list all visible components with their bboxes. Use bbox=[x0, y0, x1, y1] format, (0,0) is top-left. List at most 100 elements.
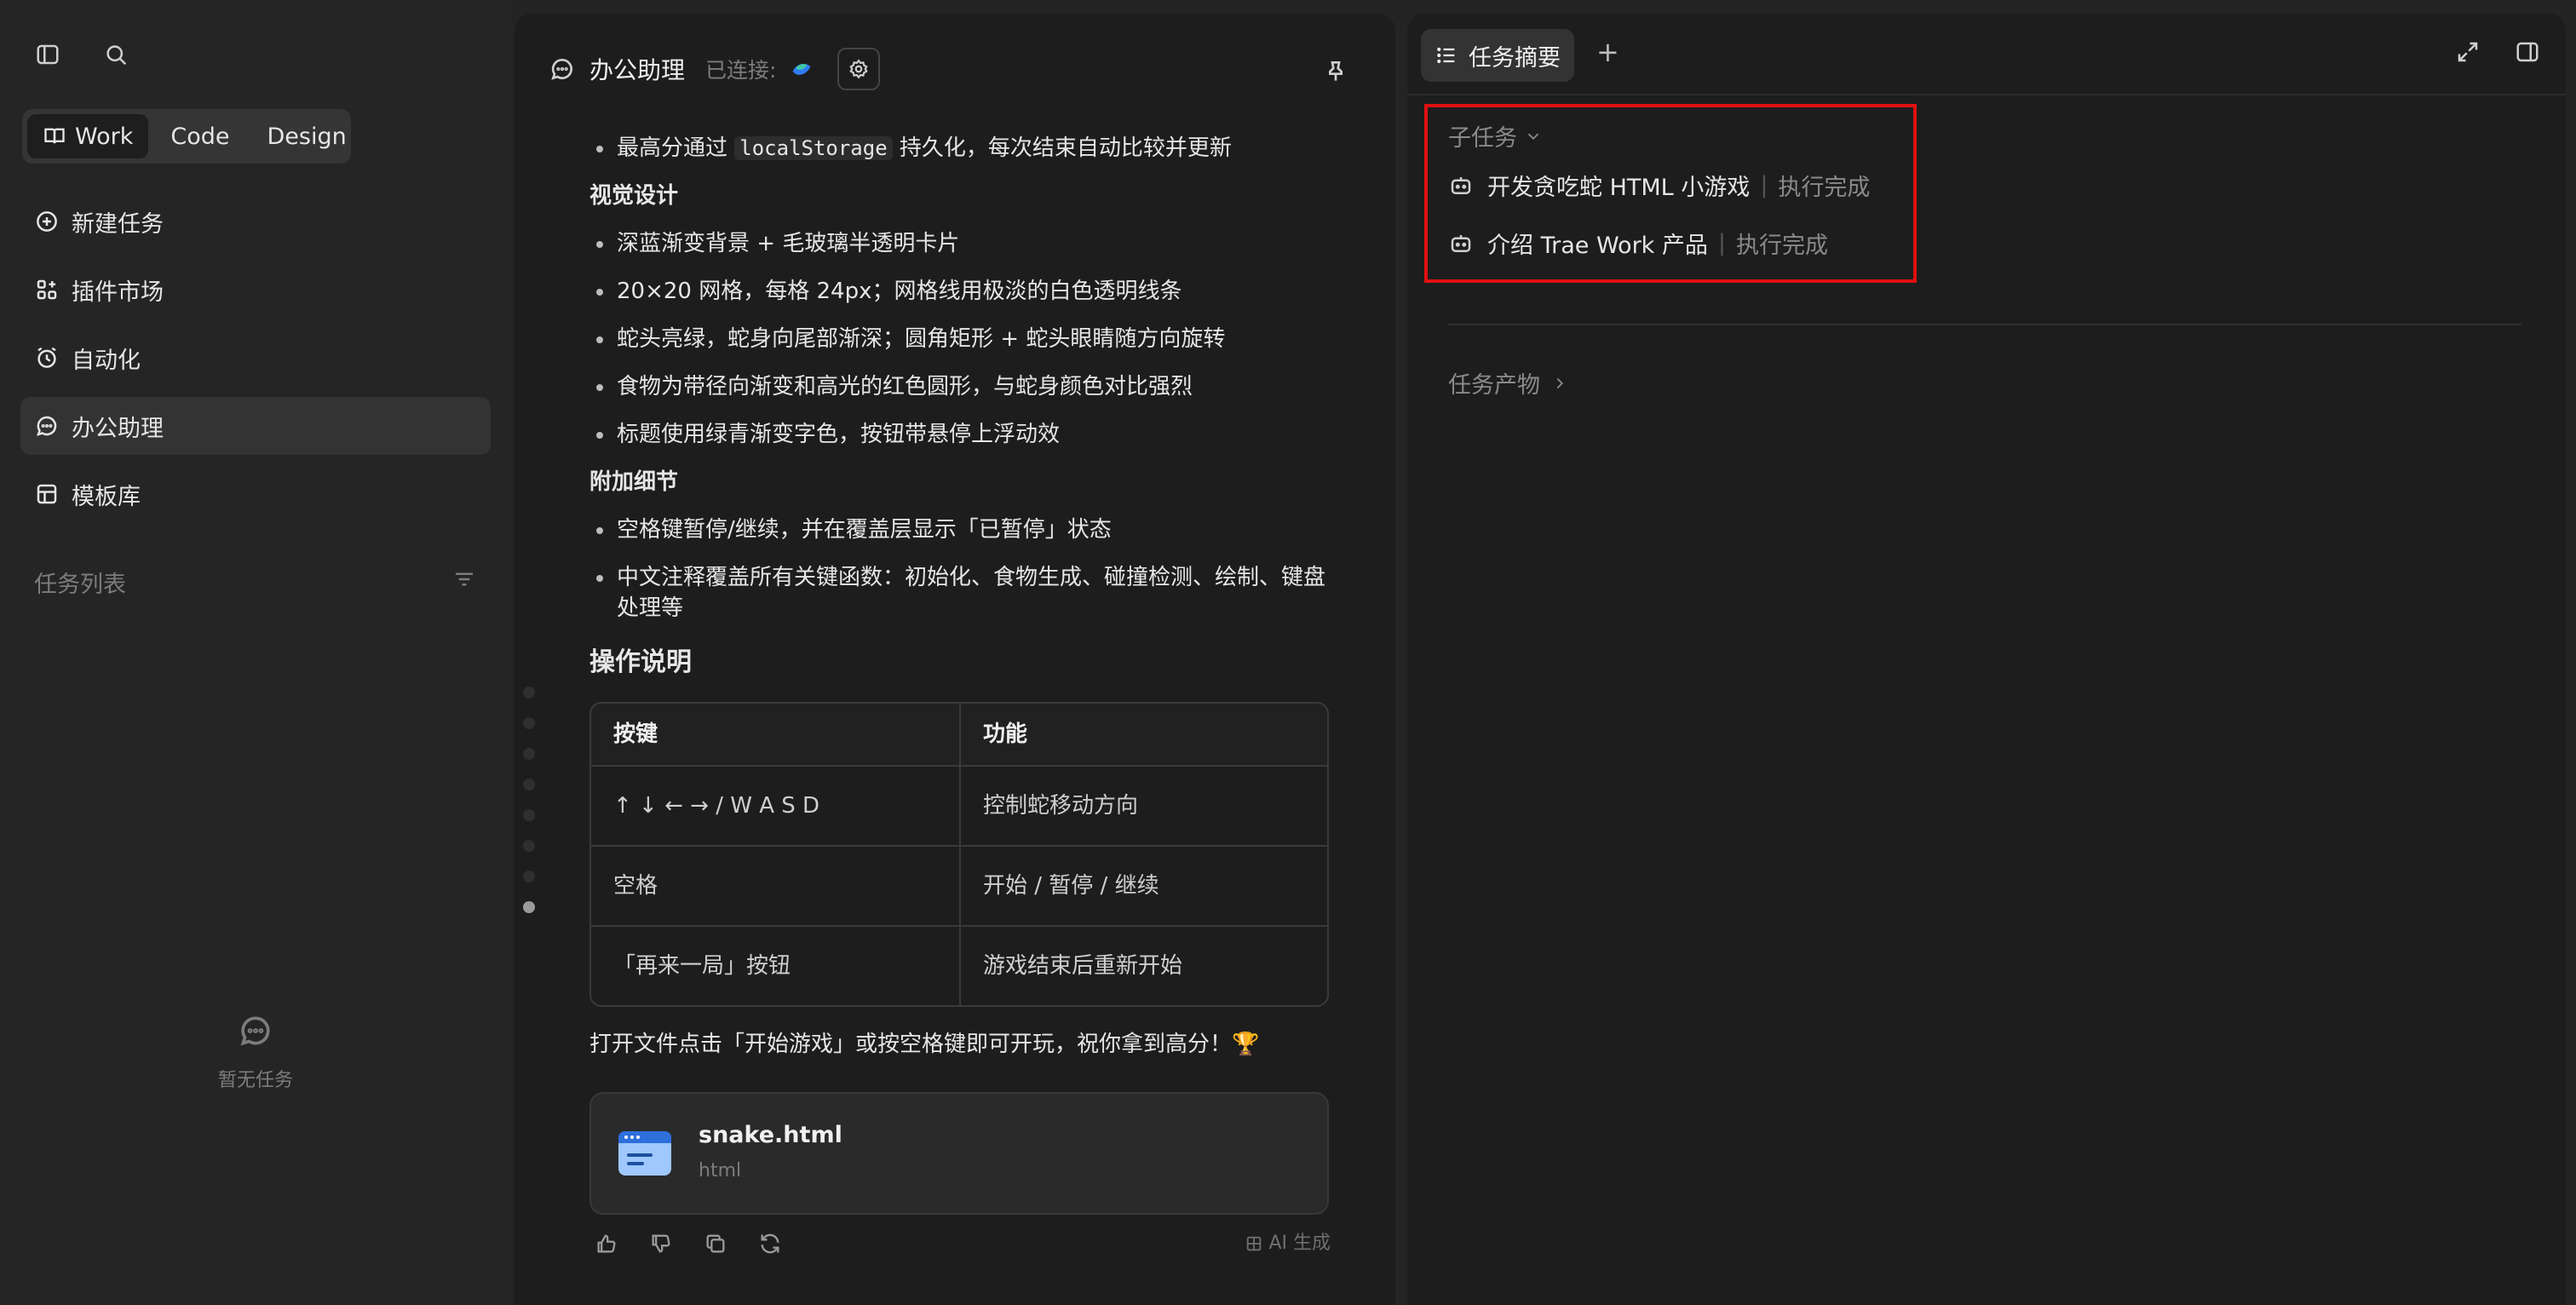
chevron-right-icon bbox=[1556, 377, 1564, 388]
thumbs-down-icon[interactable] bbox=[644, 1227, 678, 1261]
html-file-icon bbox=[618, 1131, 671, 1176]
message-actions: AI 生成 bbox=[589, 1227, 1331, 1261]
ai-generated-badge: AI 生成 bbox=[1245, 1228, 1331, 1259]
filter-icon[interactable] bbox=[451, 566, 477, 598]
sidebar-item-label: 办公助理 bbox=[72, 415, 164, 442]
file-meta: snake.html html bbox=[699, 1120, 842, 1187]
pin-icon[interactable] bbox=[1319, 55, 1353, 89]
sidebar-nav: 新建任务 插件市场 自动化 办公助理 模板库 bbox=[20, 193, 491, 533]
thumbs-up-icon[interactable] bbox=[589, 1227, 624, 1261]
grid-plus-icon bbox=[37, 279, 57, 300]
connected-label: 已连接: bbox=[705, 58, 777, 83]
ai-grid-icon bbox=[1247, 1236, 1262, 1251]
chat-panel: 办公助理 已连接: 最高分通过 localStorage 持久化，每次结束自动比… bbox=[515, 14, 1395, 1305]
template-icon bbox=[37, 484, 57, 504]
nav-dot[interactable] bbox=[523, 840, 535, 852]
robot-icon bbox=[1451, 234, 1471, 252]
connected-app-logo-icon[interactable] bbox=[788, 55, 815, 83]
subtasks-header[interactable]: 子任务 bbox=[1448, 119, 1543, 152]
separator: | bbox=[1717, 230, 1727, 256]
app-root: Work Code Design 新建任务 插件市场 自动化 办公助理 模板库 … bbox=[0, 0, 2576, 1305]
nav-dot[interactable] bbox=[523, 717, 535, 729]
regenerate-icon[interactable] bbox=[753, 1227, 787, 1261]
sidebar-item-label: 插件市场 bbox=[72, 279, 164, 306]
list-item: 空格键暂停/继续，并在覆盖层显示「已暂停」状态 bbox=[589, 515, 1331, 545]
file-type: html bbox=[699, 1160, 742, 1181]
sidebar-item-plugin-market[interactable]: 插件市场 bbox=[20, 261, 491, 319]
message-content: 最高分通过 localStorage 持久化，每次结束自动比较并更新 视觉设计 … bbox=[589, 133, 1331, 1261]
sidebar-top-icons bbox=[31, 37, 133, 72]
sidebar-item-label: 新建任务 bbox=[72, 210, 164, 238]
right-topbar: 任务摘要 + bbox=[1407, 14, 2566, 95]
sidebar-item-office-assistant[interactable]: 办公助理 bbox=[20, 397, 491, 455]
table-cell: 空格 bbox=[613, 873, 658, 899]
table-cell: 「再来一局」按钮 bbox=[613, 953, 791, 979]
search-icon[interactable] bbox=[99, 37, 133, 72]
nav-dot-active[interactable] bbox=[523, 901, 535, 913]
subtask-item[interactable]: 介绍 Trae Work 产品 | 执行完成 bbox=[1448, 227, 1828, 260]
section-title: 附加细节 bbox=[589, 469, 679, 495]
table-cell: 开始 / 暂停 / 继续 bbox=[959, 847, 1327, 925]
empty-state-text: 暂无任务 bbox=[217, 1070, 293, 1091]
subtask-name: 介绍 Trae Work 产品 bbox=[1487, 233, 1708, 259]
mode-switch: Work Code Design bbox=[22, 109, 351, 164]
nav-dot[interactable] bbox=[523, 871, 535, 882]
table-row: 空格 开始 / 暂停 / 继续 bbox=[591, 845, 1327, 925]
list-item: 标题使用绿青渐变字色，按钮带悬停上浮动效 bbox=[589, 419, 1331, 450]
nav-dot[interactable] bbox=[523, 748, 535, 760]
subtask-status: 执行完成 bbox=[1778, 175, 1871, 201]
chat-bubble-icon bbox=[240, 1016, 270, 1046]
mode-work-label: Work bbox=[75, 123, 134, 150]
chat-bubble-icon bbox=[551, 58, 572, 80]
sidebar-item-label: 自动化 bbox=[72, 347, 141, 374]
settings-button[interactable] bbox=[837, 48, 881, 90]
table-row: ↑ ↓ ← → / W A S D 控制蛇移动方向 bbox=[591, 765, 1327, 845]
sidebar-item-template-library[interactable]: 模板库 bbox=[20, 465, 491, 523]
list-item: 食物为带径向渐变和高光的红色圆形，与蛇身颜色对比强烈 bbox=[589, 371, 1331, 402]
artifacts-title: 任务产物 bbox=[1448, 372, 1540, 399]
file-attachment-card[interactable]: snake.html html bbox=[589, 1092, 1329, 1215]
clock-icon bbox=[37, 347, 56, 368]
table-header-row: 按键 功能 bbox=[591, 704, 1327, 765]
nav-dot[interactable] bbox=[523, 779, 535, 790]
subtask-status: 执行完成 bbox=[1736, 233, 1829, 259]
list-item: 最高分通过 localStorage 持久化，每次结束自动比较并更新 bbox=[589, 133, 1331, 164]
mode-code-label: Code bbox=[170, 123, 230, 150]
task-list-header: 任务列表 bbox=[34, 566, 477, 599]
sidebar-toggle-icon[interactable] bbox=[31, 37, 65, 72]
sidebar: Work Code Design 新建任务 插件市场 自动化 办公助理 模板库 … bbox=[0, 0, 511, 1305]
list-item: 20×20 网格，每格 24px；网格线用极淡的白色透明线条 bbox=[589, 276, 1331, 307]
expand-icon[interactable] bbox=[2455, 39, 2481, 68]
tab-task-summary[interactable]: 任务摘要 bbox=[1421, 29, 1574, 82]
panel-toggle-icon[interactable] bbox=[2515, 39, 2540, 68]
tab-label: 任务摘要 bbox=[1469, 44, 1561, 72]
nav-dot[interactable] bbox=[523, 687, 535, 698]
copy-icon[interactable] bbox=[699, 1227, 733, 1261]
nav-dot[interactable] bbox=[523, 809, 535, 821]
mode-work-button[interactable]: Work bbox=[27, 114, 149, 158]
subtasks-title: 子任务 bbox=[1448, 125, 1517, 152]
operation-table: 按键 功能 ↑ ↓ ← → / W A S D 控制蛇移动方向 空格 开始 / … bbox=[589, 702, 1329, 1007]
ai-generated-text: AI 生成 bbox=[1268, 1233, 1331, 1254]
table-header-cell: 按键 bbox=[591, 704, 959, 765]
add-tab-icon[interactable]: + bbox=[1596, 36, 1619, 68]
sidebar-item-new-task[interactable]: 新建任务 bbox=[20, 193, 491, 250]
file-name: snake.html bbox=[699, 1122, 842, 1148]
task-artifacts-header[interactable]: 任务产物 bbox=[1448, 366, 1569, 400]
subtask-item[interactable]: 开发贪吃蛇 HTML 小游戏 | 执行完成 bbox=[1448, 169, 1870, 202]
message-nav-dots[interactable] bbox=[523, 687, 535, 913]
inline-code: localStorage bbox=[734, 136, 893, 160]
mode-design-button[interactable]: Design bbox=[252, 114, 362, 158]
list-item: 蛇头亮绿，蛇身向尾部渐深；圆角矩形 + 蛇头眼睛随方向旋转 bbox=[589, 324, 1331, 354]
mode-code-button[interactable]: Code bbox=[155, 114, 244, 158]
list-item: 深蓝渐变背景 + 毛玻璃半透明卡片 bbox=[589, 228, 1331, 259]
table-cell: 游戏结束后重新开始 bbox=[959, 927, 1327, 1005]
robot-icon bbox=[1451, 176, 1471, 194]
task-summary-panel: 任务摘要 + 子任务 开发贪吃蛇 HTML 小游戏 | 执行完成 介绍 Trae… bbox=[1407, 14, 2566, 1305]
section-title: 视觉设计 bbox=[589, 183, 679, 209]
book-icon bbox=[44, 128, 65, 144]
empty-state: 暂无任务 bbox=[170, 1012, 341, 1092]
sidebar-item-automation[interactable]: 自动化 bbox=[20, 329, 491, 387]
list-item: 中文注释覆盖所有关键函数：初始化、食物生成、碰撞检测、绘制、键盘处理等 bbox=[589, 562, 1331, 624]
subtask-name: 开发贪吃蛇 HTML 小游戏 bbox=[1487, 175, 1751, 201]
